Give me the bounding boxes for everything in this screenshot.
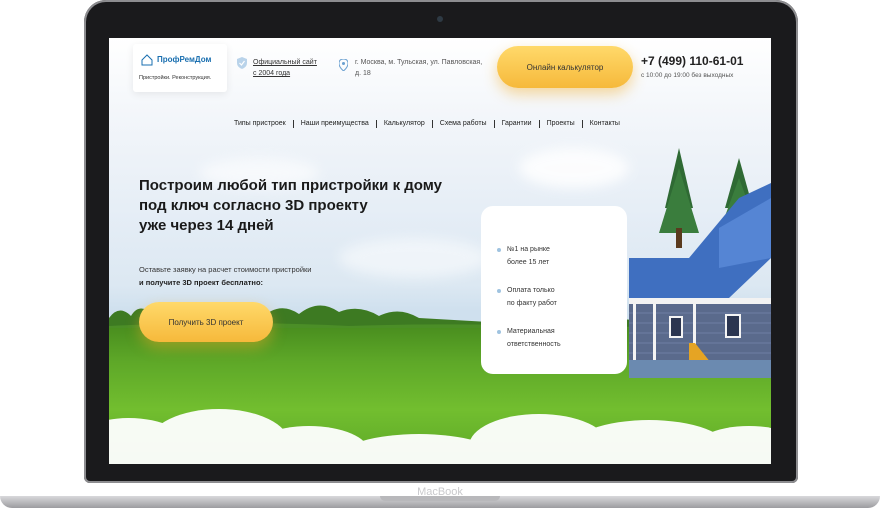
hero-subtitle: Оставьте заявку на расчет стоимости прис… (139, 265, 312, 274)
hero-title-line: Построим любой тип пристройки к дому (139, 177, 442, 194)
get-3d-project-button[interactable]: Получить 3D проект (139, 302, 273, 342)
device-label: MacBook (417, 486, 463, 498)
bullet-icon (497, 330, 501, 334)
online-calculator-button[interactable]: Онлайн калькулятор (497, 46, 633, 88)
nav-item-projects[interactable]: Проекты (540, 120, 583, 128)
nav-item-workflow[interactable]: Схема работы (433, 120, 495, 128)
advantage-item: №1 на рынке более 15 лет (497, 244, 607, 269)
logo-name: ПрофРемДом (157, 55, 212, 64)
bullet-icon (497, 289, 501, 293)
logo-tagline: Пристройки. Реконструкция. (139, 75, 212, 81)
house-image (629, 148, 771, 378)
official-line1: Официальный сайт (253, 59, 317, 66)
advantages-card: №1 на рынке более 15 лет Оплата только п… (481, 206, 627, 374)
phone-number[interactable]: +7 (499) 110-61-01 (641, 54, 743, 68)
shield-check-icon (237, 57, 247, 69)
cloud (339, 238, 489, 278)
address-line2: д. 18 (355, 70, 371, 77)
advantage-item: Материальная ответственность (497, 326, 607, 351)
address-line1: г. Москва, м. Тульская, ул. Павловская, (355, 59, 483, 66)
laptop-mockup: MacBook ПрофРемДом Пристройки. Реконстру… (0, 0, 880, 522)
camera-icon (437, 16, 443, 22)
main-nav: Типы пристроек Наши преимущества Калькул… (227, 120, 627, 128)
nav-item-contacts[interactable]: Контакты (583, 120, 627, 128)
fog-clouds (109, 409, 771, 464)
screen: ПрофРемДом Пристройки. Реконструкция. Оф… (109, 38, 771, 464)
hero-title: Построим любой тип пристройки к дому под… (139, 176, 489, 236)
advantage-item: Оплата только по факту работ (497, 285, 607, 310)
nav-item-calculator[interactable]: Калькулятор (377, 120, 433, 128)
cloud (519, 148, 629, 188)
bullet-icon (497, 248, 501, 252)
logo[interactable]: ПрофРемДом Пристройки. Реконструкция. (133, 44, 227, 92)
nav-item-types[interactable]: Типы пристроек (227, 120, 294, 128)
nav-item-guarantees[interactable]: Гарантии (495, 120, 540, 128)
nav-item-advantages[interactable]: Наши преимущества (294, 120, 377, 128)
map-pin-icon (339, 59, 348, 71)
hero-title-line: уже через 14 дней (139, 217, 274, 234)
hero-title-line: под ключ согласно 3D проекту (139, 197, 368, 214)
official-line2: с 2004 года (253, 70, 291, 77)
working-hours: с 10:00 до 19:00 без выходных (641, 72, 734, 79)
house-logo-icon (141, 54, 153, 66)
hero-subtitle-bold: и получите 3D проект бесплатно: (139, 278, 264, 287)
